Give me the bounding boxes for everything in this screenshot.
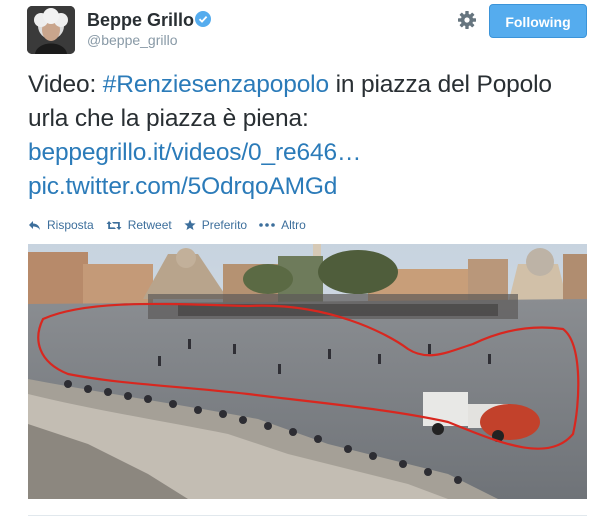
retweet-label: Retweet [127, 218, 172, 232]
divider [28, 515, 587, 516]
user-name[interactable]: Beppe Grillo [87, 9, 194, 31]
reply-label: Risposta [47, 218, 94, 232]
favorite-label: Preferito [201, 218, 248, 232]
tweet-text: Video: #Renziesenzapopolo in piazza del … [28, 68, 588, 204]
url-link[interactable]: beppegrillo.it/videos/0_re646… [28, 139, 361, 166]
media-link[interactable]: pic.twitter.com/5OdrqoAMGd [28, 173, 337, 200]
favorite-button[interactable]: Preferito [184, 218, 247, 232]
verified-icon [195, 11, 211, 27]
retweet-icon [106, 220, 122, 230]
retweet-button[interactable]: Retweet [106, 218, 172, 232]
avatar[interactable] [27, 6, 75, 54]
tweet-photo[interactable] [28, 244, 587, 499]
tweet-prefix: Video: [28, 71, 103, 98]
reply-icon [29, 220, 40, 230]
more-label: Altro [281, 218, 306, 232]
tweet-actions: Risposta Retweet Preferito Altro [28, 217, 318, 233]
more-button[interactable]: Altro [259, 218, 306, 232]
piazza-photo [28, 244, 587, 499]
following-button[interactable]: Following [489, 4, 587, 38]
avatar-photo [27, 6, 75, 54]
user-handle[interactable]: @beppe_grillo [87, 32, 178, 48]
reply-button[interactable]: Risposta [28, 218, 94, 232]
gear-icon[interactable] [457, 10, 477, 30]
star-icon [184, 219, 196, 230]
more-icon [259, 223, 275, 227]
hashtag-link[interactable]: #Renziesenzapopolo [103, 71, 329, 98]
